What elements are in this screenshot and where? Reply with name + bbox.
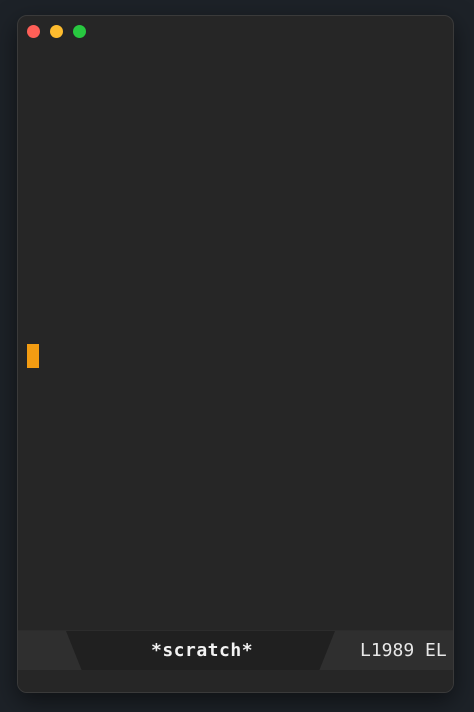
line-position-indicator: L1989 EL [360,640,447,661]
mode-line: *scratch* L1989 EL [18,630,453,671]
maximize-window-button[interactable] [73,25,86,38]
editor-window: *scratch* L1989 EL [17,15,454,693]
text-editor-area[interactable] [18,48,453,630]
text-cursor [27,344,39,368]
buffer-name[interactable]: *scratch* [151,640,253,661]
mode-line-left-segment [18,631,82,671]
close-window-button[interactable] [27,25,40,38]
minimize-window-button[interactable] [50,25,63,38]
echo-area[interactable] [18,670,453,692]
desktop: *scratch* L1989 EL [0,0,474,712]
